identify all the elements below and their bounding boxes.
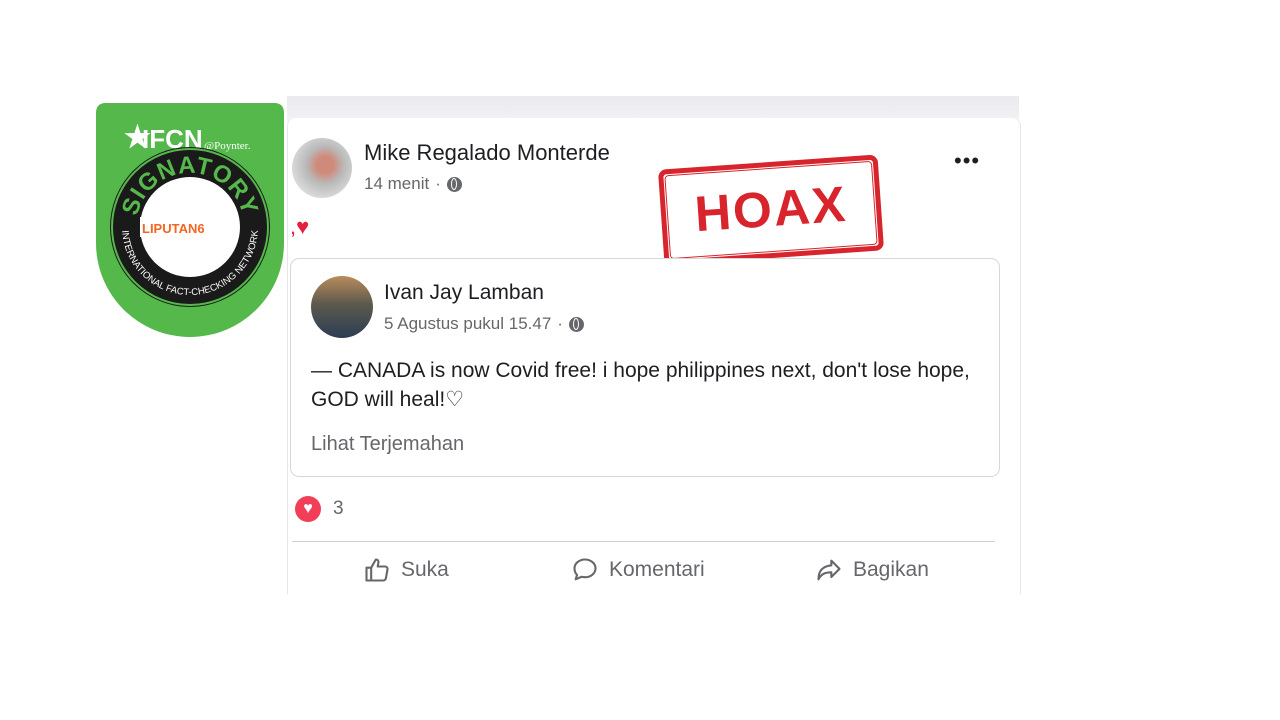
share-button[interactable]: Bagikan bbox=[815, 556, 929, 584]
shared-post-text: — CANADA is now Covid free! i hope phili… bbox=[311, 359, 970, 411]
comment-label: Komentari bbox=[609, 558, 705, 581]
author-name[interactable]: Mike Regalado Monterde bbox=[364, 140, 610, 166]
shared-author-name[interactable]: Ivan Jay Lamban bbox=[384, 281, 544, 305]
author-avatar[interactable] bbox=[292, 138, 352, 198]
post-text: ,♥ bbox=[290, 214, 310, 239]
shared-author-avatar[interactable] bbox=[311, 276, 373, 338]
love-reaction-icon: ♥ bbox=[295, 496, 321, 522]
like-button[interactable]: Suka bbox=[363, 556, 449, 584]
shared-post-time[interactable]: 5 Agustus pukul 15.47 bbox=[384, 314, 551, 334]
shared-post-card[interactable]: Ivan Jay Lamban 5 Agustus pukul 15.47 · … bbox=[290, 258, 1000, 477]
liputan6-logo-text: LIPUTAN6 bbox=[142, 221, 205, 236]
globe-icon bbox=[568, 316, 584, 332]
see-translation-link[interactable]: Lihat Terjemahan bbox=[311, 433, 464, 456]
hoax-stamp: HOAX bbox=[657, 154, 885, 266]
more-options-icon[interactable]: ••• bbox=[954, 150, 980, 172]
comment-icon bbox=[573, 558, 597, 581]
post-time[interactable]: 14 menit bbox=[364, 174, 429, 194]
meta-separator: · bbox=[435, 174, 441, 193]
thumbs-up-icon bbox=[365, 558, 389, 582]
like-label: Suka bbox=[401, 558, 449, 581]
post-meta: 14 menit · bbox=[364, 174, 462, 194]
shared-meta-separator: · bbox=[557, 314, 563, 333]
share-label: Bagikan bbox=[853, 558, 929, 581]
reactions-summary[interactable]: ♥ 3 bbox=[295, 496, 344, 522]
comment-button[interactable]: Komentari bbox=[571, 556, 705, 584]
globe-icon bbox=[446, 176, 462, 192]
action-divider bbox=[292, 541, 995, 542]
shared-post-meta: 5 Agustus pukul 15.47 · bbox=[384, 314, 584, 334]
ifcn-signatory-badge: ★ IFCN @Poynter. SIGNATORY INTERNATIONAL… bbox=[96, 103, 284, 337]
reaction-count: 3 bbox=[333, 498, 344, 519]
share-arrow-icon bbox=[817, 559, 841, 581]
